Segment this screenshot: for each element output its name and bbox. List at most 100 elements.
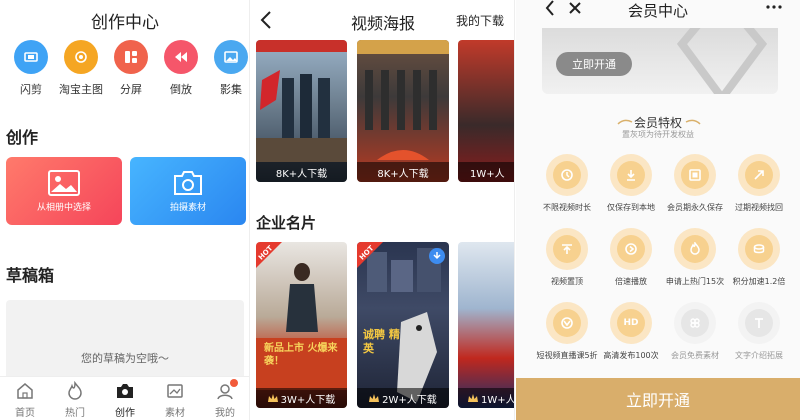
download-count-text: 3W+人下载 — [280, 394, 336, 406]
perk-item[interactable]: HD 高清发布100次 — [598, 302, 664, 361]
section-title: 企业名片 — [256, 214, 317, 232]
home-icon — [17, 383, 33, 399]
image-icon — [48, 169, 80, 196]
download-count: 1W+人 — [458, 388, 515, 408]
tool-taobao[interactable]: 淘宝主图 — [56, 40, 106, 97]
download-count: 3W+人下载 — [256, 388, 347, 408]
tab-profile[interactable]: 我的 — [200, 377, 249, 420]
tool-row: 闪剪 淘宝主图 分屏 倒放 影集 — [6, 40, 249, 97]
perk-label: 文字介绍拓展 — [735, 351, 783, 360]
perk-item[interactable]: 过期视频找回 — [726, 154, 792, 213]
download-count-text: 8K+人下载 — [275, 168, 328, 180]
section-draft-title: 草稿箱 — [6, 266, 55, 285]
tab-material[interactable]: 素材 — [150, 377, 200, 420]
restore-icon — [738, 154, 780, 196]
poster-thumbnail[interactable]: HOT 新品上市 火爆来袭！ 3W+人下载 — [256, 242, 347, 408]
perk-item[interactable]: 申请上热门15次 — [662, 228, 728, 287]
perk-item-disabled: 文字介绍拓展 — [726, 302, 792, 361]
poster-thumbnail[interactable]: 1W+人 — [458, 242, 515, 408]
crown-icon — [369, 394, 380, 402]
poster-overlay-text: 诚聘 精英 — [363, 328, 400, 355]
perk-item[interactable]: 短视频直播课5折 — [534, 302, 600, 361]
perk-label: 视频置顶 — [551, 277, 583, 286]
free-material-icon — [674, 302, 716, 344]
tool-album[interactable]: 影集 — [206, 40, 249, 97]
page-title: 会员中心 — [627, 2, 688, 20]
poster-thumbnail[interactable]: 1W+人 — [458, 40, 514, 182]
tool-label: 淘宝主图 — [59, 83, 103, 96]
camera-icon — [174, 170, 202, 195]
creation-center-screen: 创作中心 闪剪 淘宝主图 分屏 倒放 影集 创作 从相册中选择 拍摄素材 草稿箱… — [0, 0, 250, 420]
shoot-material-button[interactable]: 拍摄素材 — [130, 157, 246, 225]
laurel-right-icon — [685, 119, 701, 125]
perk-label: 积分加速1.2倍 — [732, 277, 786, 286]
perk-label: 倍速播放 — [615, 277, 647, 286]
points-icon — [738, 228, 780, 270]
save-icon — [674, 154, 716, 196]
tool-label: 分屏 — [120, 83, 142, 96]
perk-item[interactable]: 会员期永久保存 — [662, 154, 728, 213]
poster-thumbnail[interactable]: 8K+人下载 — [357, 40, 449, 182]
perk-item[interactable]: 仅保存到本地 — [598, 154, 664, 213]
perk-item[interactable]: 不限视频时长 — [534, 154, 600, 213]
poster-thumbnail[interactable]: 8K+人下载 — [256, 40, 347, 182]
download-count-text: 8K+人下载 — [377, 168, 429, 180]
tool-clip[interactable]: 闪剪 — [6, 40, 56, 97]
laurel-left-icon — [617, 119, 633, 125]
perk-label: 不限视频时长 — [543, 203, 591, 212]
card-label: 拍摄素材 — [169, 202, 206, 213]
draft-empty-text: 您的草稿为空哦～ — [81, 352, 169, 365]
download-count: 2W+人下载 — [357, 388, 449, 408]
tab-label: 热门 — [65, 408, 85, 419]
poster-overlay-text: 新品上市 火爆来袭！ — [264, 343, 338, 367]
fire-icon — [68, 381, 82, 400]
perk-label: 高清发布100次 — [603, 351, 659, 360]
notification-dot — [230, 379, 238, 387]
tool-rewind[interactable]: 倒放 — [156, 40, 206, 97]
rewind-icon — [164, 40, 198, 74]
my-downloads-link[interactable]: 我的下载 — [456, 12, 504, 29]
perk-label: 申请上热门15次 — [665, 277, 725, 286]
tab-home[interactable]: 首页 — [0, 377, 50, 420]
bottom-tab-bar: 首页 热门 创作 素材 我的 — [0, 376, 249, 420]
pick-from-album-button[interactable]: 从相册中选择 — [6, 157, 122, 225]
download-count: 8K+人下载 — [256, 162, 347, 182]
crown-icon — [267, 394, 278, 402]
live-course-icon — [546, 302, 588, 344]
perk-item[interactable]: 积分加速1.2倍 — [726, 228, 792, 287]
perk-item-disabled: 会员免费素材 — [662, 302, 728, 361]
split-screen-icon — [114, 40, 148, 74]
tool-label: 倒放 — [170, 83, 192, 96]
tool-label: 影集 — [220, 83, 242, 96]
banner-open-button[interactable]: 立即开通 — [556, 52, 632, 76]
crown-icon — [468, 394, 478, 402]
tab-label: 首页 — [15, 408, 35, 419]
draft-box: 您的草稿为空哦～ — [6, 300, 244, 380]
card-label: 从相册中选择 — [36, 202, 91, 213]
member-banner: 立即开通 — [542, 28, 778, 94]
perk-label: 会员期永久保存 — [667, 203, 723, 212]
more-icon[interactable] — [766, 5, 782, 9]
download-icon[interactable] — [429, 248, 445, 264]
album-icon — [214, 40, 248, 74]
tab-label: 我的 — [215, 408, 235, 419]
download-count: 8K+人下载 — [357, 162, 449, 182]
perk-item[interactable]: 倍速播放 — [598, 228, 664, 287]
material-icon — [167, 384, 183, 398]
clock-icon — [546, 154, 588, 196]
hd-icon: HD — [610, 302, 652, 344]
section-create-title: 创作 — [6, 128, 39, 147]
open-membership-button[interactable]: 立即开通 — [516, 378, 800, 420]
download-count: 1W+人 — [458, 162, 514, 182]
tab-create[interactable]: 创作 — [100, 377, 150, 420]
text-expand-icon — [738, 302, 780, 344]
tool-label: 闪剪 — [20, 83, 42, 96]
page-title: 创作中心 — [91, 13, 159, 33]
download-count-text: 2W+人下载 — [382, 394, 437, 406]
tool-split-screen[interactable]: 分屏 — [106, 40, 156, 97]
perk-item[interactable]: 视频置顶 — [534, 228, 600, 287]
poster-thumbnail[interactable]: HOT 诚聘 精英 2W+人下载 — [357, 242, 449, 408]
download-icon — [610, 154, 652, 196]
download-count-text: 1W+人 — [481, 394, 515, 406]
tab-hot[interactable]: 热门 — [50, 377, 100, 420]
